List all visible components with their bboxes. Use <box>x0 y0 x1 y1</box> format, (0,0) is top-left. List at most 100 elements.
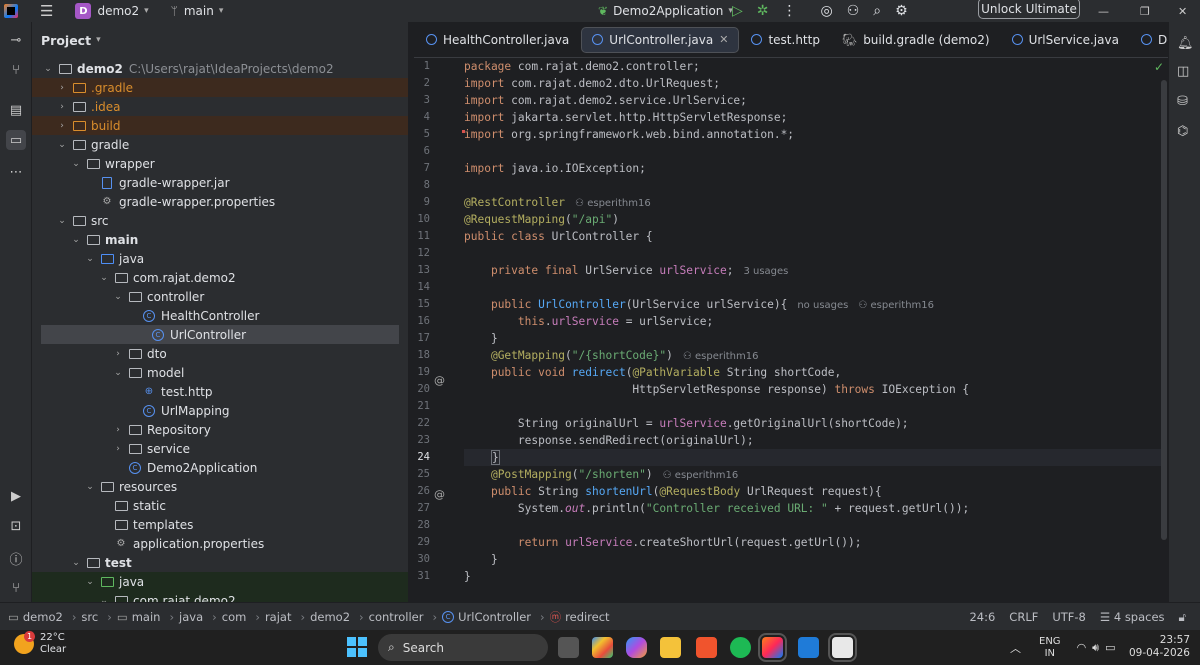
tree-row-urlcontroller[interactable]: C UrlController <box>41 325 399 344</box>
code-line[interactable]: public class UrlController { <box>464 228 653 245</box>
chevron-right-icon[interactable]: › <box>112 444 124 454</box>
breadcrumb-item[interactable]: src <box>81 610 98 624</box>
task-view-icon[interactable] <box>558 637 579 658</box>
file-explorer-icon[interactable] <box>660 637 681 658</box>
code-line[interactable]: response.sendRedirect(originalUrl); <box>464 432 754 449</box>
ai-assistant-icon[interactable]: ◎ <box>821 3 833 19</box>
code-line[interactable]: public void redirect(@PathVariable Strin… <box>464 364 841 381</box>
copilot-icon[interactable] <box>626 637 647 658</box>
code-line[interactable]: public UrlController(UrlService urlServi… <box>464 296 934 313</box>
tree-row-gradle[interactable]: ⌄ gradle <box>32 135 408 154</box>
main-menu-icon[interactable]: ☰ <box>40 2 53 20</box>
tray-overflow-icon[interactable]: ︿ <box>1010 640 1021 656</box>
tree-row-resources[interactable]: ⌄ resources <box>32 477 408 496</box>
code-line[interactable]: return urlService.createShortUrl(request… <box>464 534 862 551</box>
tab-test-http[interactable]: test.http <box>741 27 830 53</box>
tree-row-test-http[interactable]: ⊕ test.http <box>32 382 408 401</box>
tree-row-java[interactable]: ⌄ java <box>32 249 408 268</box>
problems-icon[interactable]: ⓘ <box>6 548 26 568</box>
tree-row-package[interactable]: ⌄ com.rajat.demo2 <box>32 268 408 287</box>
run-configuration[interactable]: ❦ Demo2Application ▾ <box>598 0 733 22</box>
tree-row-wrapper[interactable]: ⌄ wrapper <box>32 154 408 173</box>
chevron-down-icon[interactable]: ▾ <box>144 6 149 16</box>
chevron-right-icon[interactable]: › <box>112 425 124 435</box>
code-line[interactable]: String originalUrl = urlService.getOrigi… <box>464 415 909 432</box>
code-line[interactable]: @PostMapping("/shorten") ⚇ esperithm16 <box>464 466 738 483</box>
breadcrumb-item[interactable]: com <box>222 610 247 624</box>
intellij-taskbar-icon[interactable] <box>758 633 787 662</box>
tree-row-test-java[interactable]: ⌄ java <box>32 572 408 591</box>
project-folder-icon[interactable]: ▭ <box>6 130 26 150</box>
chevron-right-icon[interactable]: › <box>112 349 124 359</box>
commit-icon[interactable]: ⊸ <box>6 30 26 50</box>
notifications-icon[interactable]: 🔔︎ <box>1177 36 1194 51</box>
tree-row-idea[interactable]: › .idea <box>32 97 408 116</box>
code-line[interactable]: } <box>464 330 498 347</box>
breadcrumb-item[interactable]: UrlController <box>458 610 531 624</box>
services-icon[interactable]: ▶ <box>6 486 26 506</box>
tree-row-healthcontroller[interactable]: C HealthController <box>32 306 408 325</box>
breadcrumb-item[interactable]: rajat <box>265 610 292 624</box>
no-problems-check-icon[interactable]: ✓ <box>1154 60 1164 74</box>
breadcrumb-item[interactable]: java <box>179 610 203 624</box>
code-line[interactable]: @GetMapping("/{shortCode}") ⚇ esperithm16 <box>464 347 759 364</box>
mapping-gutter-icon[interactable]: @ <box>434 374 445 387</box>
code-line[interactable]: import com.rajat.demo2.dto.UrlRequest; <box>464 75 720 92</box>
ai-chat-icon[interactable]: ◫ <box>1177 64 1189 79</box>
run-icon[interactable]: ▷ <box>732 3 743 19</box>
tab-healthcontroller[interactable]: HealthController.java <box>416 27 579 53</box>
code-line[interactable]: System.out.println("Controller received … <box>464 500 969 517</box>
tab-build-gradle[interactable]: 🐘︎ build.gradle (demo2) <box>832 27 1000 53</box>
unlock-ultimate-button[interactable]: Unlock Ultimate <box>978 0 1080 19</box>
app-icon[interactable] <box>798 637 819 658</box>
weather-widget[interactable]: 1 22°C Clear <box>14 631 66 656</box>
chevron-down-icon[interactable]: ⌄ <box>70 235 82 245</box>
tree-row-src[interactable]: ⌄ src <box>32 211 408 230</box>
debug-icon[interactable]: ✲ <box>757 3 769 19</box>
store-icon[interactable] <box>592 637 613 658</box>
code-line[interactable]: import org.springframework.web.bind.anno… <box>464 126 794 143</box>
tree-row-build[interactable]: › build <box>32 116 408 135</box>
structure-icon[interactable]: ▤ <box>6 100 26 120</box>
tree-row-repository[interactable]: › Repository <box>32 420 408 439</box>
code-line[interactable]: import java.io.IOException; <box>464 160 646 177</box>
chevron-down-icon[interactable]: ⌄ <box>84 577 96 587</box>
chevron-down-icon[interactable]: ⌄ <box>70 558 82 568</box>
database-icon[interactable]: ⛁ <box>1177 94 1188 109</box>
tree-row-gradle-hidden[interactable]: › .gradle <box>32 78 408 97</box>
chevron-down-icon[interactable]: ▾ <box>96 35 101 45</box>
clock[interactable]: 23:57 09-04-2026 <box>1129 634 1190 660</box>
more-actions-icon[interactable]: ⋮ <box>783 3 797 19</box>
language-indicator[interactable]: ENG IN <box>1039 636 1061 660</box>
chevron-down-icon[interactable]: ⌄ <box>98 273 110 283</box>
windows-start-icon[interactable] <box>347 637 367 657</box>
search-icon[interactable]: ⌕ <box>873 3 881 19</box>
vcs-icon[interactable]: ⑂ <box>6 60 26 80</box>
volume-icon[interactable]: 🔊︎ <box>1092 641 1099 655</box>
battery-icon[interactable]: ▭ <box>1105 641 1115 654</box>
chevron-down-icon[interactable]: ⌄ <box>70 159 82 169</box>
project-badge[interactable]: D <box>75 3 92 19</box>
minimize-icon[interactable]: — <box>1098 0 1109 22</box>
more-tools-icon[interactable]: ⋯ <box>6 162 26 182</box>
line-separator[interactable]: CRLF <box>1009 610 1038 624</box>
restore-icon[interactable]: ❐ <box>1140 0 1150 22</box>
code-line[interactable]: @RequestMapping("/api") <box>464 211 619 228</box>
tree-row-urlmapping[interactable]: C UrlMapping <box>32 401 408 420</box>
tree-row-main[interactable]: ⌄ main <box>32 230 408 249</box>
chevron-down-icon[interactable]: ⌄ <box>84 482 96 492</box>
readonly-lock-icon[interactable]: 🔓︎ <box>1179 610 1186 625</box>
tab-urlservice[interactable]: UrlService.java <box>1002 27 1129 53</box>
code-line[interactable]: } <box>464 551 498 568</box>
wifi-icon[interactable]: ◠ <box>1077 641 1087 654</box>
editor-scrollbar[interactable] <box>1161 80 1167 540</box>
tree-row-gradle-wrapper-jar[interactable]: gradle-wrapper.jar <box>32 173 408 192</box>
code-line[interactable]: import jakarta.servlet.http.HttpServletR… <box>464 109 787 126</box>
branch-icon[interactable]: ᛘ <box>171 4 178 18</box>
close-tab-icon[interactable]: ✕ <box>719 33 728 46</box>
active-app-icon[interactable] <box>828 633 857 662</box>
code-line[interactable]: HttpServletResponse response) throws IOE… <box>464 381 969 398</box>
code-line[interactable]: import com.rajat.demo2.service.UrlServic… <box>464 92 747 109</box>
tree-row-application-properties[interactable]: ⚙ application.properties <box>32 534 408 553</box>
breadcrumb-item[interactable]: demo2 <box>310 610 350 624</box>
